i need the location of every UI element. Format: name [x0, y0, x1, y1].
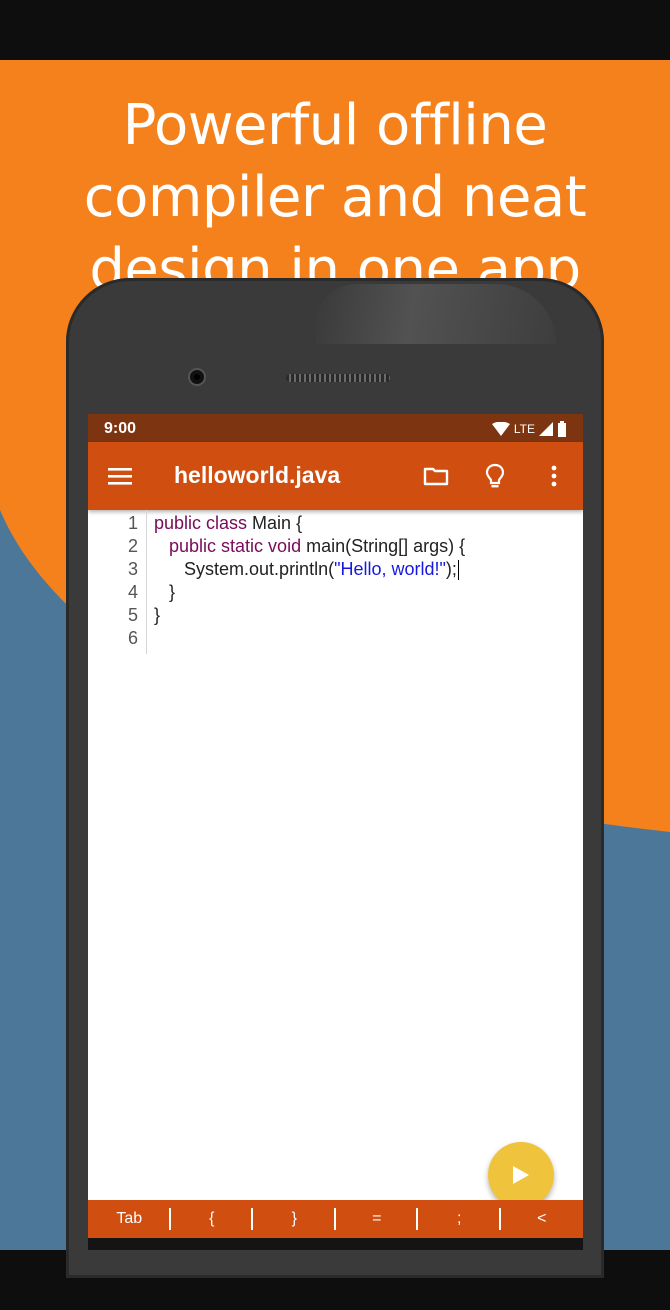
code-line[interactable]: public class Main {: [154, 512, 302, 535]
front-camera: [188, 368, 206, 386]
line-number: 2: [127, 536, 138, 556]
status-time: 9:00: [104, 420, 137, 437]
code-line[interactable]: }: [154, 604, 160, 627]
line-number: 6: [127, 628, 138, 648]
code-line[interactable]: System.out.println("Hello, world!");: [154, 558, 459, 581]
key-tab[interactable]: Tab: [88, 1200, 171, 1238]
line-number-gutter: 1 2 3 4 5 6: [88, 510, 147, 654]
more-vert-icon[interactable]: [540, 462, 568, 490]
app-toolbar: helloworld.java: [88, 442, 583, 510]
line-number: 4: [127, 582, 138, 602]
text-cursor: [457, 560, 459, 581]
line-number: 1: [127, 513, 138, 533]
key-equals[interactable]: =: [336, 1200, 419, 1238]
key-close-brace[interactable]: }: [253, 1200, 336, 1238]
headline-line-1: Powerful offline: [122, 93, 548, 158]
folder-icon[interactable]: [422, 462, 450, 490]
line-number: 3: [127, 559, 138, 579]
battery-icon: [558, 421, 566, 437]
line-number: 5: [127, 605, 138, 625]
wifi-icon: [491, 422, 510, 436]
run-button[interactable]: [488, 1142, 554, 1208]
code-line[interactable]: }: [154, 581, 175, 604]
code-editor[interactable]: 1 2 3 4 5 6 public class Main { public s…: [88, 510, 583, 1200]
phone-screen: 9:00 LTE helloworld.java 1 2 3 4 5 6 pub…: [88, 414, 583, 1250]
earpiece-speaker: [286, 374, 390, 382]
navigation-bar: [88, 1238, 583, 1250]
cell-signal-icon: [539, 422, 553, 436]
menu-icon[interactable]: [108, 464, 132, 488]
symbol-key-bar: Tab { } = ; <: [88, 1200, 583, 1238]
key-open-brace[interactable]: {: [171, 1200, 254, 1238]
play-icon: [513, 1166, 529, 1184]
file-title: helloworld.java: [174, 462, 341, 488]
status-bar: 9:00 LTE: [88, 414, 583, 442]
key-semicolon[interactable]: ;: [418, 1200, 501, 1238]
promo-headline: Powerful offline compiler and neat desig…: [0, 90, 670, 306]
headline-line-2: compiler and neat: [83, 165, 587, 230]
network-type: LTE: [513, 422, 535, 436]
code-line[interactable]: public static void main(String[] args) {: [154, 535, 465, 558]
lightbulb-icon[interactable]: [481, 462, 509, 490]
key-less-than[interactable]: <: [501, 1200, 584, 1238]
